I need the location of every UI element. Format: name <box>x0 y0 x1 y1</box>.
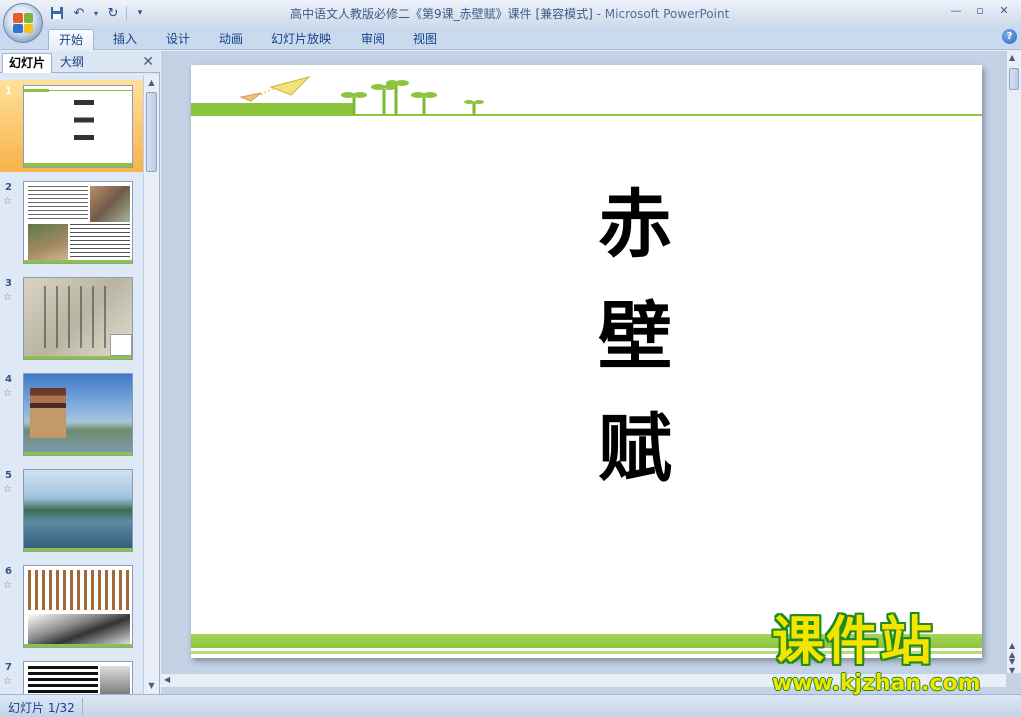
title-char: 赤 <box>598 182 672 268</box>
slide-thumbnail-row[interactable]: 7 ☆ <box>0 656 143 694</box>
status-bar: 幻灯片 1/32 <box>0 694 1021 717</box>
window-title: 高中语文人教版必修二《第9课_赤壁赋》课件 [兼容模式] - Microsoft… <box>290 5 729 22</box>
slide-thumbnail[interactable] <box>23 277 133 360</box>
customize-qat-icon[interactable]: ▾ <box>131 4 149 22</box>
tab-view[interactable]: 视图 <box>403 29 447 50</box>
next-slide-icon[interactable]: ▼ ▼ <box>1009 657 1015 675</box>
maximize-icon[interactable]: ▫ <box>969 2 991 18</box>
top-green-line <box>191 114 982 116</box>
pane-tabs: 幻灯片 大纲 ✕ <box>0 51 160 73</box>
slide-number: 7 <box>5 662 12 673</box>
slide-editor: 赤 壁 赋 <box>161 51 1021 694</box>
app-name: - Microsoft PowerPoint <box>592 7 730 21</box>
tab-slides[interactable]: 幻灯片 <box>2 53 53 73</box>
slide-number: 5 <box>5 470 12 481</box>
slide-number: 2 <box>5 182 12 193</box>
scroll-thumb[interactable] <box>1009 68 1019 90</box>
slide-thumbnail-row[interactable]: 3 ☆ <box>0 272 143 364</box>
help-icon[interactable]: ? <box>1002 29 1017 44</box>
slide-number: 1 <box>5 86 12 97</box>
animation-star-icon: ☆ <box>3 484 12 495</box>
slides-pane-scrollbar[interactable]: ▲ ▼ <box>143 75 159 694</box>
slide-number: 3 <box>5 278 12 289</box>
undo-icon[interactable]: ↶ <box>70 4 88 22</box>
slide-thumbnail-row[interactable]: 4 ☆ <box>0 368 143 460</box>
close-icon[interactable]: ✕ <box>993 2 1015 18</box>
tab-home[interactable]: 开始 <box>48 29 95 50</box>
tab-animations[interactable]: 动画 <box>209 29 253 50</box>
undo-dropdown-icon[interactable]: ▾ <box>92 4 100 22</box>
slide-counter: 幻灯片 1/32 <box>8 701 75 715</box>
animation-star-icon: ☆ <box>3 196 12 207</box>
tab-slideshow[interactable]: 幻灯片放映 <box>261 29 341 50</box>
tab-outline[interactable]: 大纲 <box>54 53 90 73</box>
title-char: 赋 <box>598 406 672 492</box>
slide-thumbnail[interactable] <box>23 373 133 456</box>
document-title: 高中语文人教版必修二《第9课_赤壁赋》课件 [兼容模式] <box>290 7 593 21</box>
tab-design[interactable]: 设计 <box>156 29 200 50</box>
scroll-up-icon[interactable]: ▲ <box>1009 53 1015 62</box>
watermark-url: www.kjzhan.com <box>772 671 981 696</box>
slide-thumbnail[interactable] <box>23 469 133 552</box>
scroll-thumb[interactable] <box>146 92 157 172</box>
slide-number: 4 <box>5 374 12 385</box>
window-controls: — ▫ ✕ <box>945 2 1015 18</box>
slide-thumbnail[interactable] <box>23 85 133 168</box>
minimize-icon[interactable]: — <box>945 2 967 18</box>
slide-thumbnail-row[interactable]: 5 ☆ <box>0 464 143 556</box>
animation-star-icon: ☆ <box>3 388 12 399</box>
redo-icon[interactable]: ↻ <box>104 4 122 22</box>
scroll-down-icon[interactable]: ▼ <box>146 680 157 692</box>
title-bar: ↶ ▾ ↻ ▾ 高中语文人教版必修二《第9课_赤壁赋》课件 [兼容模式] - M… <box>0 0 1021 43</box>
title-char: 壁 <box>598 294 672 380</box>
slide-thumbnail-row[interactable]: 2 ☆ <box>0 176 143 268</box>
watermark-main-text: 课件站 <box>772 612 935 672</box>
quick-access-toolbar: ↶ ▾ ↻ ▾ <box>48 4 149 22</box>
animation-star-icon: ☆ <box>3 292 12 303</box>
tab-insert[interactable]: 插入 <box>103 29 147 50</box>
slide-number: 6 <box>5 566 12 577</box>
close-pane-icon[interactable]: ✕ <box>142 54 154 70</box>
scroll-up-icon[interactable]: ▲ <box>146 77 157 89</box>
office-button[interactable] <box>3 3 43 43</box>
tab-review[interactable]: 审阅 <box>351 29 395 50</box>
editor-scrollbar[interactable]: ▲ ▲ ▲ ▼ ▼ <box>1006 51 1021 675</box>
scroll-left-icon[interactable]: ◀ <box>164 675 170 684</box>
slide-thumbnail[interactable] <box>23 565 133 648</box>
slide-title[interactable]: 赤 壁 赋 <box>585 169 685 505</box>
slide-thumbnail[interactable] <box>23 661 133 694</box>
office-logo-icon <box>13 13 33 33</box>
current-slide[interactable]: 赤 壁 赋 <box>191 65 982 658</box>
slides-pane: 幻灯片 大纲 ✕ 1 2 ☆ 3 ☆ 4 ☆ 5 ☆ 6 ☆ 7 ☆ ▲ ▼ <box>0 51 160 694</box>
slide-thumbnails: 1 2 ☆ 3 ☆ 4 ☆ 5 ☆ 6 ☆ 7 ☆ <box>0 75 143 694</box>
status-separator <box>82 698 83 715</box>
animation-star-icon: ☆ <box>3 580 12 591</box>
slide-thumbnail-row[interactable]: 1 <box>0 80 143 172</box>
qat-separator <box>126 6 127 20</box>
save-icon[interactable] <box>48 4 66 22</box>
watermark-logo: 课件站 www.kjzhan.com <box>772 612 1008 696</box>
slide-thumbnail-row[interactable]: 6 ☆ <box>0 560 143 652</box>
ribbon-tabs: 开始 插入 设计 动画 幻灯片放映 审阅 视图 <box>0 26 1021 50</box>
sprout-decoration-icon <box>341 80 484 115</box>
paper-plane-icon <box>239 76 311 102</box>
slide-thumbnail[interactable] <box>23 181 133 264</box>
animation-star-icon: ☆ <box>3 676 12 687</box>
